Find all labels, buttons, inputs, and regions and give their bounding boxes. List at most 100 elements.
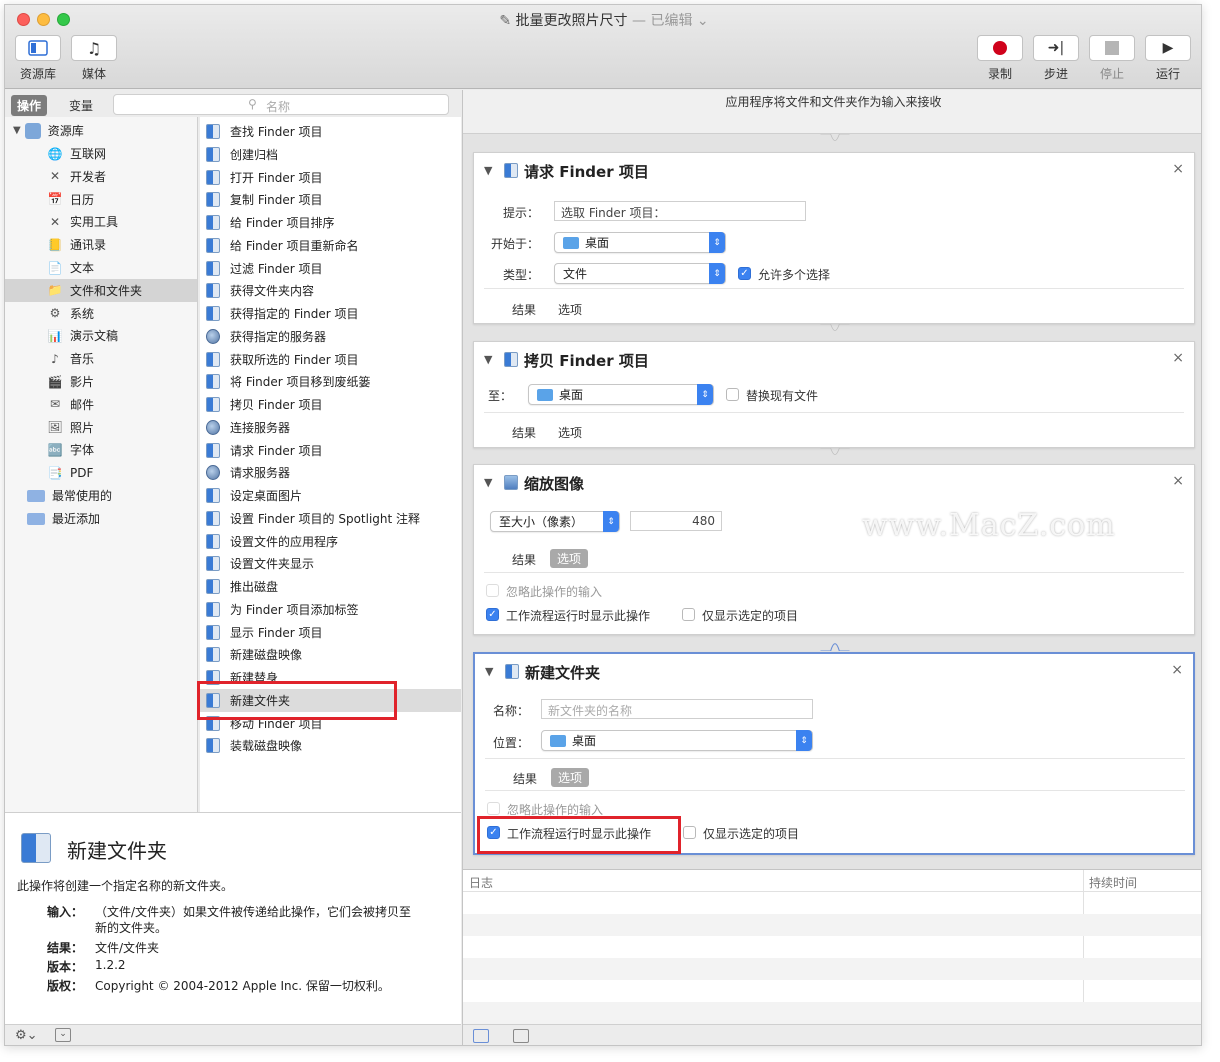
show-selected-checkbox[interactable] (683, 826, 696, 839)
to-popup[interactable]: 桌面 ⇕ (528, 384, 714, 405)
action-list-item[interactable]: 查找 Finder 项目 (200, 120, 461, 143)
action-list-item[interactable]: 将 Finder 项目移到废纸篓 (200, 370, 461, 393)
action-list-item[interactable]: 复制 Finder 项目 (200, 188, 461, 211)
action-list-item[interactable]: 请求服务器 (200, 461, 461, 484)
edited-indicator[interactable]: — 已编辑 (632, 13, 692, 29)
action-list-item[interactable]: 打开 Finder 项目 (200, 166, 461, 189)
sidebar-item-smart-group[interactable]: 最常使用的 (5, 484, 197, 507)
sidebar-item-library-category[interactable]: 📅 日历 (5, 188, 197, 211)
action-list-item[interactable]: 为 Finder 项目添加标签 (200, 598, 461, 621)
results-label[interactable]: 结果 (513, 770, 537, 787)
results-label[interactable]: 结果 (512, 424, 536, 441)
action-card-request-finder-items[interactable]: ▼ 请求 Finder 项目 × 提示： 选取 Finder 项目： 开始于： … (473, 152, 1195, 324)
action-list-item[interactable]: 获得文件夹内容 (200, 279, 461, 302)
size-field[interactable]: 480 (630, 511, 722, 531)
chevron-down-icon[interactable]: ⌄ (697, 13, 709, 29)
description-toggle-icon[interactable]: ⌄ (55, 1028, 71, 1042)
tab-actions[interactable]: 操作 (11, 95, 48, 116)
sidebar-item-library-category[interactable]: 🖼 照片 (5, 416, 197, 439)
sidebar-item-library-category[interactable]: 📄 文本 (5, 256, 197, 279)
sidebar-item-library-category[interactable]: 📒 通讯录 (5, 233, 197, 256)
list-view-icon[interactable] (473, 1029, 489, 1043)
library-toggle-button[interactable] (15, 35, 61, 61)
show-on-run-checkbox[interactable]: ✓ (486, 608, 499, 621)
sidebar-item-library-category[interactable]: ✕ 开发者 (5, 165, 197, 188)
action-list-item[interactable]: 新建磁盘映像 (200, 643, 461, 666)
close-icon[interactable]: × (1172, 473, 1184, 489)
sidebar-item-library-category[interactable]: ♪ 音乐 (5, 347, 197, 370)
action-list-item[interactable]: 获得指定的 Finder 项目 (200, 302, 461, 325)
log-row (463, 914, 1201, 936)
action-list-item[interactable]: 设置 Finder 项目的 Spotlight 注释 (200, 507, 461, 530)
split-view-icon[interactable] (513, 1029, 529, 1043)
action-list-item[interactable]: 创建归档 (200, 143, 461, 166)
stop-button[interactable] (1089, 35, 1135, 61)
sidebar-item-smart-group[interactable]: 最近添加 (5, 507, 197, 530)
disclosure-triangle-icon[interactable]: ▼ (485, 665, 493, 678)
scale-mode-popup[interactable]: 至大小（像素） ⇕ (490, 511, 620, 532)
close-icon[interactable]: × (1172, 350, 1184, 366)
show-selected-checkbox[interactable] (682, 608, 695, 621)
sidebar-item-library-category[interactable]: 🎬 影片 (5, 370, 197, 393)
options-button[interactable]: 选项 (551, 768, 590, 787)
action-list-item[interactable]: 设置文件夹显示 (200, 552, 461, 575)
record-button[interactable] (977, 35, 1023, 61)
sidebar-item-library-category[interactable]: 🔤 字体 (5, 438, 197, 461)
action-list-item[interactable]: 给 Finder 项目排序 (200, 211, 461, 234)
library-root[interactable]: ▼ 资源库 (5, 119, 197, 142)
tab-variables[interactable]: 变量 (63, 95, 99, 116)
disclosure-triangle-icon[interactable]: ▼ (484, 164, 492, 177)
sidebar-item-library-category[interactable]: ✉ 邮件 (5, 393, 197, 416)
action-list-item[interactable]: 拷贝 Finder 项目 (200, 393, 461, 416)
close-icon[interactable]: × (1171, 662, 1183, 678)
sidebar-item-library-category[interactable]: 📊 演示文稿 (5, 324, 197, 347)
media-button[interactable]: ♫ (71, 35, 117, 61)
log-column-header[interactable]: 日志 (469, 874, 493, 891)
action-card-copy-finder-items[interactable]: ▼ 拷贝 Finder 项目 × 至： 桌面 ⇕ 替换现有文件 结果 选项 (473, 341, 1195, 448)
divider (485, 758, 1185, 759)
options-label[interactable]: 选项 (558, 424, 582, 441)
step-button[interactable]: ➜| (1033, 35, 1079, 61)
action-list-item[interactable]: 显示 Finder 项目 (200, 621, 461, 644)
location-popup[interactable]: 桌面 ⇕ (541, 730, 813, 751)
results-label[interactable]: 结果 (512, 301, 536, 318)
action-list-item[interactable]: 装载磁盘映像 (200, 734, 461, 757)
sidebar-item-library-category[interactable]: 📁 文件和文件夹 (5, 278, 197, 302)
allow-multi-checkbox[interactable]: ✓ (738, 267, 751, 280)
action-list-item[interactable]: 过滤 Finder 项目 (200, 257, 461, 280)
disclosure-triangle-icon[interactable]: ▼ (13, 125, 21, 136)
sidebar-item-library-category[interactable]: ⚙ 系统 (5, 302, 197, 325)
action-list-item[interactable]: 推出磁盘 (200, 575, 461, 598)
action-card-scale-images[interactable]: ▼ 缩放图像 × 至大小（像素） ⇕ 480 结果 选项 忽略此操作的输入 ✓ … (473, 464, 1195, 635)
log-header: 日志 持续时间 (463, 870, 1201, 1020)
prompt-field[interactable]: 选取 Finder 项目： (554, 201, 806, 221)
sidebar-item-library-category[interactable]: 🌐 互联网 (5, 142, 197, 165)
sidebar-item-library-category[interactable]: 📑 PDF (5, 461, 197, 484)
action-list-item[interactable]: 设置文件的应用程序 (200, 530, 461, 553)
search-input[interactable]: ⚲ 名称 (113, 94, 449, 115)
options-button[interactable]: 选项 (550, 549, 589, 568)
close-icon[interactable]: × (1172, 161, 1184, 177)
disclosure-triangle-icon[interactable]: ▼ (484, 353, 492, 366)
media-label: 媒体 (81, 67, 106, 81)
action-list-item[interactable]: 给 Finder 项目重新命名 (200, 234, 461, 257)
globe-icon (206, 328, 220, 344)
action-list-item[interactable]: 获得指定的服务器 (200, 325, 461, 348)
gear-menu-icon[interactable]: ⚙⌄ (15, 1028, 38, 1043)
options-label[interactable]: 选项 (558, 301, 582, 318)
action-list-item[interactable]: 获取所选的 Finder 项目 (200, 348, 461, 371)
action-list-item[interactable]: 请求 Finder 项目 (200, 439, 461, 462)
action-list-item[interactable]: 设定桌面图片 (200, 484, 461, 507)
results-label[interactable]: 结果 (512, 551, 536, 568)
disclosure-triangle-icon[interactable]: ▼ (484, 476, 492, 489)
type-popup[interactable]: 文件 ⇕ (554, 263, 726, 284)
sidebar-item-library-category[interactable]: ✕ 实用工具 (5, 210, 197, 233)
start-at-popup[interactable]: 桌面 ⇕ (554, 232, 726, 253)
ignore-input-checkbox[interactable] (487, 802, 500, 815)
ignore-input-checkbox[interactable] (486, 584, 499, 597)
replace-checkbox[interactable] (726, 388, 739, 401)
run-button[interactable]: ▶ (1145, 35, 1191, 61)
duration-column-header[interactable]: 持续时间 (1089, 874, 1137, 891)
action-list-item[interactable]: 连接服务器 (200, 416, 461, 439)
folder-name-field[interactable]: 新文件夹的名称 (541, 699, 813, 719)
